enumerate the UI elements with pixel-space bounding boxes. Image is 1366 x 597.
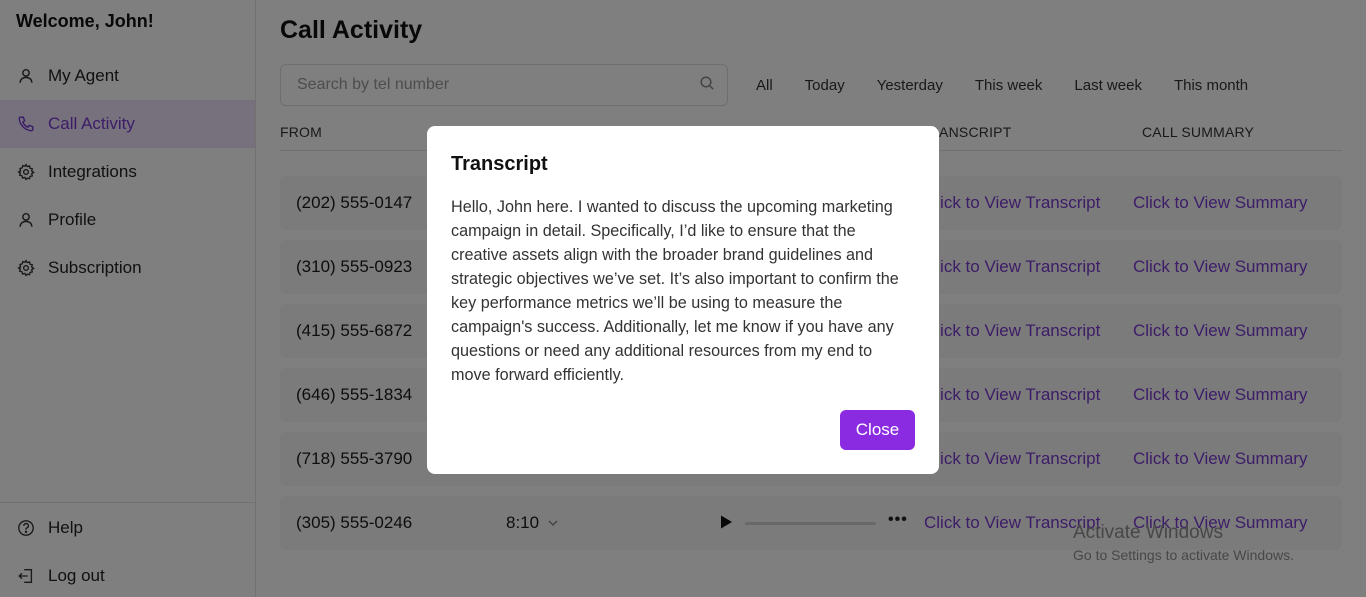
transcript-text: Hello, John here. I wanted to discuss th… xyxy=(451,198,899,384)
modal-title: Transcript xyxy=(451,153,548,175)
transcript-modal: Transcript Hello, John here. I wanted to… xyxy=(427,126,939,474)
close-button[interactable]: Close xyxy=(840,410,915,450)
